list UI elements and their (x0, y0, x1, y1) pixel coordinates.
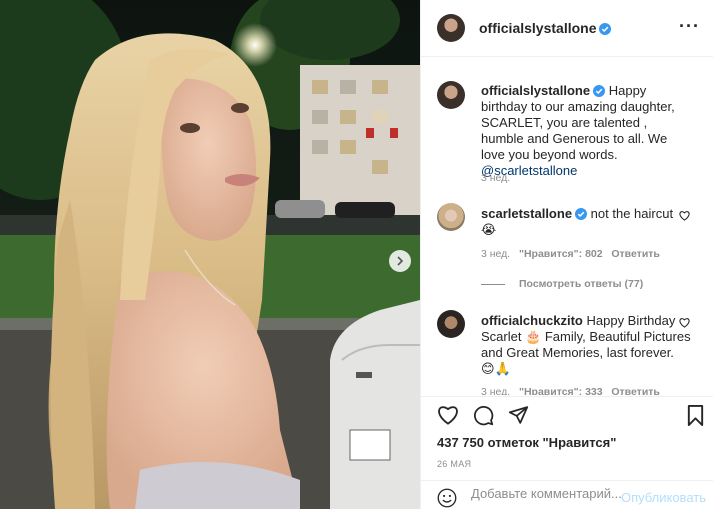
comment-username[interactable]: scarletstallone (481, 206, 572, 221)
comment-icon[interactable] (473, 405, 494, 426)
view-replies-label[interactable]: Посмотреть ответы (77) (519, 278, 643, 290)
comment-age: 3 нед. (481, 248, 511, 260)
comment-input[interactable] (471, 486, 621, 501)
post-actions: 437 750 отметок "Нравится" 26 МАЯ Опубли… (421, 396, 713, 509)
post-side-panel: officialslystallone ··· officialslystall… (420, 0, 713, 509)
publish-button[interactable]: Опубликовать (621, 490, 706, 505)
add-comment-bar: Опубликовать (421, 480, 713, 509)
comment-avatar[interactable] (437, 203, 465, 231)
author-line: officialslystallone (479, 20, 612, 36)
comment-likes[interactable]: "Нравится": 333 (519, 386, 603, 395)
comment-username[interactable]: officialchuckzito (481, 313, 583, 328)
comment-avatar[interactable] (437, 310, 465, 338)
comments-list: officialslystallone Happy birthday to ou… (421, 58, 713, 395)
reply-button[interactable]: Ответить (611, 386, 660, 395)
heart-icon[interactable] (437, 405, 459, 425)
caption-text-block: officialslystallone Happy birthday to ou… (481, 83, 691, 179)
caption: officialslystallone Happy birthday to ou… (437, 81, 707, 201)
more-options-icon[interactable]: ··· (679, 17, 700, 35)
comment-item: officialchuckzito Happy Birthday Scarlet… (437, 310, 702, 395)
comment-like-heart-icon[interactable] (679, 211, 690, 221)
photo-image (0, 0, 420, 509)
author-avatar[interactable] (437, 14, 465, 42)
verified-badge-icon (593, 85, 606, 97)
comment-likes[interactable]: "Нравится": 802 (519, 248, 603, 260)
next-photo-button[interactable] (389, 250, 411, 272)
caption-username[interactable]: officialslystallone (481, 83, 590, 98)
reply-button[interactable]: Ответить (611, 248, 660, 260)
chevron-right-icon (397, 256, 404, 266)
comment-text-block: scarletstallone not the haircut 😭 (481, 206, 691, 238)
smiley-icon[interactable] (437, 488, 457, 508)
caption-age: 3 нед. (481, 172, 511, 184)
post-header: officialslystallone ··· (421, 0, 713, 57)
caption-avatar[interactable] (437, 81, 465, 109)
comment-age: 3 нед. (481, 386, 511, 395)
bookmark-icon[interactable] (686, 405, 705, 426)
comment-like-heart-icon[interactable] (679, 318, 690, 328)
comment-item: scarletstallone not the haircut 😭 3 нед.… (437, 203, 702, 293)
author-username[interactable]: officialslystallone (479, 20, 596, 36)
comment-text-block: officialchuckzito Happy Birthday Scarlet… (481, 313, 691, 377)
view-replies-button[interactable]: Посмотреть ответы (77) (481, 278, 643, 290)
post-photo (0, 0, 420, 509)
verified-badge-icon (599, 23, 612, 35)
replies-line (481, 283, 505, 285)
likes-count[interactable]: 437 750 отметок "Нравится" (437, 435, 616, 450)
post-date: 26 МАЯ (437, 459, 472, 469)
comment-meta: 3 нед. "Нравится": 333 Ответить (481, 386, 660, 395)
verified-badge-icon (575, 208, 588, 220)
send-icon[interactable] (508, 405, 529, 425)
comment-meta: 3 нед. "Нравится": 802 Ответить (481, 248, 660, 260)
